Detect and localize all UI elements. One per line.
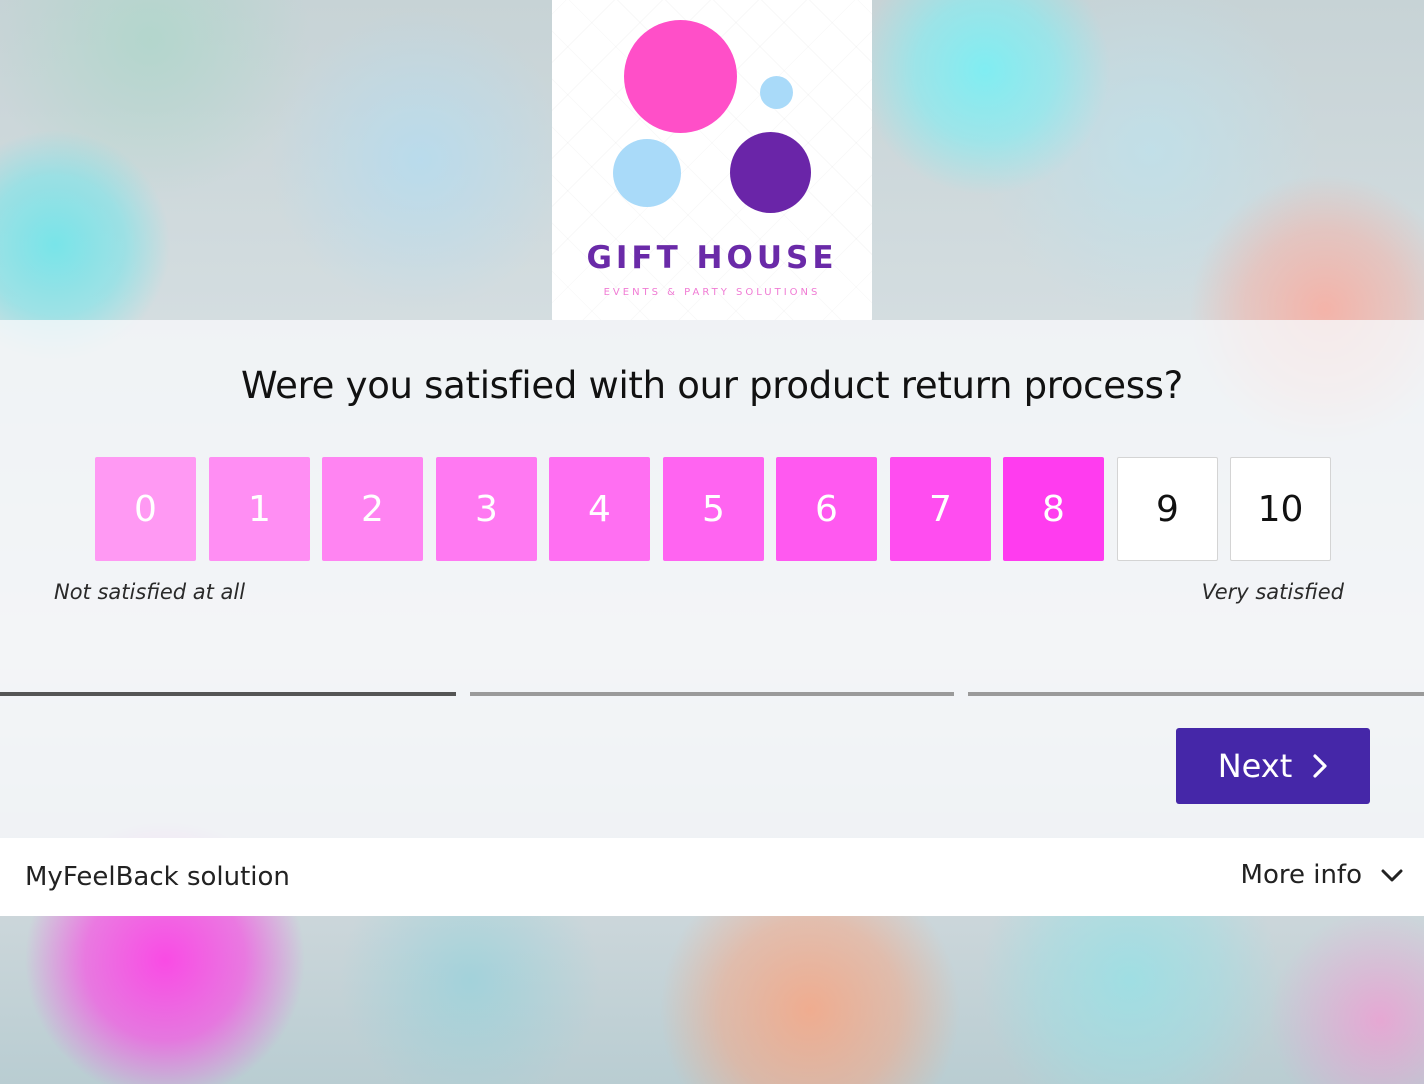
next-button[interactable]: Next [1176,728,1370,804]
next-button-label: Next [1217,747,1293,785]
logo-pink-circle [624,20,737,133]
question-text: Were you satisfied with our product retu… [241,364,1183,407]
footer-brand: MyFeelBack solution [25,862,290,892]
nps-scale: 0 1 2 3 4 5 6 7 8 9 10 [95,457,1331,563]
scale-high-label: Very satisfied [1201,580,1344,604]
scale-option-9[interactable]: 9 [1117,457,1218,561]
progress-segment [470,692,954,696]
chevron-down-icon [1381,869,1403,882]
scale-option-3[interactable]: 3 [436,457,537,561]
scale-option-1[interactable]: 1 [209,457,310,561]
logo-tagline: EVENTS & PARTY SOLUTIONS [603,287,821,298]
logo-small-blue-circle [760,76,793,109]
progress-segment [0,692,456,696]
scale-option-7[interactable]: 7 [890,457,991,561]
scale-option-4[interactable]: 4 [549,457,650,561]
scale-option-10[interactable]: 10 [1230,457,1331,561]
scale-option-2[interactable]: 2 [322,457,423,561]
logo-title: GIFT HOUSE [586,240,838,276]
gift-house-logo: GIFT HOUSE EVENTS & PARTY SOLUTIONS [552,0,872,320]
more-info-label: More info [1240,860,1362,890]
progress-segment [968,692,1424,696]
scale-option-8[interactable]: 8 [1003,457,1104,561]
survey-page: GIFT HOUSE EVENTS & PARTY SOLUTIONS Were… [0,0,1424,1084]
scale-low-label: Not satisfied at all [54,580,246,604]
footer-bar: MyFeelBack solution More info [0,838,1424,916]
scale-option-6[interactable]: 6 [776,457,877,561]
survey-panel: Were you satisfied with our product retu… [0,320,1424,838]
chevron-right-icon [1313,754,1327,778]
more-info-toggle[interactable]: More info [1241,860,1404,890]
progress-bar [0,692,1424,697]
scale-option-5[interactable]: 5 [663,457,764,561]
logo-blue-circle [613,139,681,207]
scale-option-0[interactable]: 0 [95,457,196,561]
logo-purple-circle [730,132,811,213]
